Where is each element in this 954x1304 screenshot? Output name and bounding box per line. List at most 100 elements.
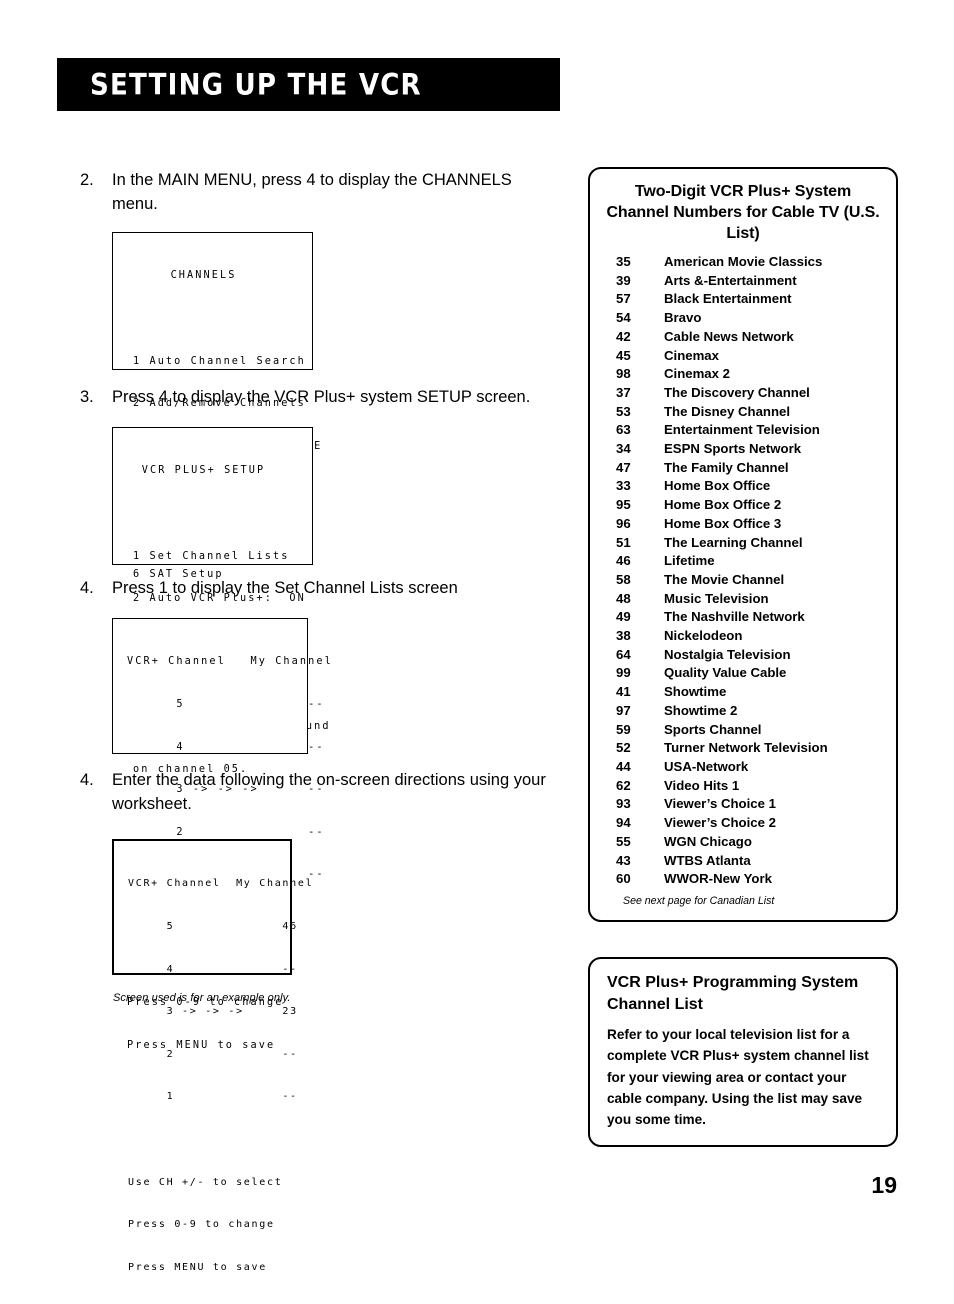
- channel-number: 52: [616, 740, 631, 756]
- channel-name: WGN Chicago: [664, 833, 752, 849]
- channel-list-item: 37 The Discovery Channel: [590, 384, 896, 403]
- channel-number: 33: [616, 478, 631, 494]
- channel-number: 60: [616, 871, 631, 887]
- sidebar-note-title: VCR Plus+ Programming System Channel Lis…: [607, 974, 859, 1013]
- channel-list-item: 38 Nickelodeon: [590, 627, 896, 646]
- osd-spacer: .: [113, 507, 312, 521]
- channel-list-item: 51 The Learning Channel: [590, 534, 896, 553]
- channel-number: 58: [616, 571, 631, 587]
- sidebar-note-body: Refer to your local television list for …: [607, 1027, 869, 1128]
- channel-number: 93: [616, 796, 631, 812]
- step-2-text: In the MAIN MENU, press 4 to display the…: [112, 171, 512, 213]
- channel-name: Cinemax: [664, 347, 719, 363]
- channel-number-list: 35 American Movie Classics 39 Arts &-Entert…: [590, 253, 896, 889]
- channel-name: Nickelodeon: [664, 628, 743, 644]
- step-4-first: 4. Press 1 to display the Set Channel Li…: [80, 576, 550, 600]
- osd-list-empty-row-4: 4 --: [127, 741, 325, 753]
- channel-number: 62: [616, 777, 631, 793]
- osd-screen-set-channel-lists-empty: VCR+ Channel My Channel 5 -- 4 -- 3 -> -…: [112, 618, 333, 1051]
- osd-list-filled-row-5: 5 46: [128, 921, 298, 933]
- channel-name: The Nashville Network: [664, 609, 805, 625]
- channel-number: 96: [616, 515, 631, 531]
- channel-number: 95: [616, 497, 631, 513]
- channel-number: 38: [616, 628, 631, 644]
- channel-number: 39: [616, 272, 631, 288]
- channel-name: Nostalgia Television: [664, 646, 791, 662]
- channel-list-item: 47 The Family Channel: [590, 459, 896, 478]
- example-caption: Screen used is for an example only.: [113, 992, 291, 1004]
- channel-name: Turner Network Television: [664, 740, 828, 756]
- osd-list-filled-row-3: 3 -> -> -> 23: [128, 1006, 298, 1018]
- channel-number: 59: [616, 721, 631, 737]
- osd-list-filled-hint-1: Use CH +/- to select: [128, 1176, 283, 1188]
- channel-number: 97: [616, 702, 631, 718]
- channel-list-item: 57 Black Entertainment: [590, 290, 896, 309]
- step-3: 3. Press 4 to display the VCR Plus+ syst…: [80, 385, 550, 409]
- sidebar-channel-box-title: Two-Digit VCR Plus+ System Channel Numbe…: [606, 183, 880, 242]
- canadian-list-footnote: See next page for Canadian List: [623, 894, 775, 907]
- channel-number: 94: [616, 815, 631, 831]
- sidebar-channel-numbers-box: Two-Digit VCR Plus+ System Channel Numbe…: [588, 167, 898, 922]
- channel-name: American Movie Classics: [664, 254, 823, 269]
- page-number: 19: [871, 1172, 897, 1198]
- channel-name: Home Box Office 2: [664, 497, 782, 513]
- channel-list-item: 54 Bravo: [590, 309, 896, 328]
- osd-list-empty-header: VCR+ Channel My Channel: [127, 656, 333, 668]
- channel-list-item: 44 USA-Network: [590, 758, 896, 777]
- page-header-banner: SETTING UP THE VCR: [57, 58, 560, 111]
- channel-list-item: 52 Turner Network Television: [590, 739, 896, 758]
- osd-spacer: .: [113, 312, 312, 326]
- osd-list-empty-row-5: 5 --: [127, 699, 325, 711]
- channel-name: WTBS Atlanta: [664, 852, 751, 868]
- channel-list-item: 94 Viewer’s Choice 2: [590, 814, 896, 833]
- step-4-second-text: Enter the data following the on-screen d…: [112, 771, 546, 813]
- channel-number: 48: [616, 590, 631, 606]
- channel-name: Cinemax 2: [664, 366, 730, 382]
- channel-number: 53: [616, 403, 631, 419]
- channel-number: 45: [616, 347, 631, 363]
- channel-number: 41: [616, 684, 631, 700]
- sidebar-programming-note-box: VCR Plus+ Programming System Channel Lis…: [588, 957, 898, 1147]
- channel-list-item: 39 Arts &-Entertainment: [590, 272, 896, 291]
- page-title: SETTING UP THE VCR: [90, 67, 422, 101]
- channel-name: The Learning Channel: [664, 534, 803, 550]
- channel-name: Entertainment Television: [664, 422, 820, 438]
- channel-list-item: 96 Home Box Office 3: [590, 515, 896, 534]
- channel-name: The Movie Channel: [664, 571, 785, 587]
- channel-name: Quality Value Cable: [664, 665, 787, 681]
- osd-spacer: .: [114, 1133, 290, 1147]
- channel-number: 35: [616, 254, 631, 269]
- channel-list-item: 33 Home Box Office: [590, 477, 896, 496]
- channel-name: Video Hits 1: [664, 777, 740, 793]
- channel-number: 49: [616, 609, 631, 625]
- channel-number: 55: [616, 833, 631, 849]
- osd-channels-title: CHANNELS: [170, 270, 237, 282]
- osd-channels-line-1: 1 Auto Channel Search: [133, 355, 306, 367]
- channel-name: WWOR-New York: [664, 871, 772, 887]
- channel-list-item: 95 Home Box Office 2: [590, 496, 896, 515]
- channel-number: 57: [616, 291, 631, 307]
- channel-list-item: 46 Lifetime: [590, 552, 896, 571]
- step-3-text: Press 4 to display the VCR Plus+ system …: [112, 388, 531, 406]
- osd-setup-title: VCR PLUS+ SETUP: [141, 465, 266, 477]
- channel-number: 51: [616, 534, 631, 550]
- channel-number: 47: [616, 459, 631, 475]
- channel-list-item: 34 ESPN Sports Network: [590, 440, 896, 459]
- channel-number: 46: [616, 553, 631, 569]
- osd-setup-line-1: 1 Set Channel Lists: [133, 550, 290, 562]
- osd-list-filled-row-2: 2 --: [128, 1048, 298, 1060]
- step-2: 2. In the MAIN MENU, press 4 to display …: [80, 168, 550, 216]
- osd-screen-set-channel-lists-filled: VCR+ Channel My Channel 5 46 4 -- 3 -> -…: [112, 839, 312, 1273]
- channel-list-item: 63 Entertainment Television: [590, 421, 896, 440]
- osd-list-filled-hint-2: Press 0-9 to change: [128, 1219, 275, 1231]
- channel-name: Black Entertainment: [664, 291, 792, 307]
- osd-screen-vcr-plus-setup: VCR PLUS+ SETUP . 1 Set Channel Lists 2 …: [112, 427, 329, 860]
- channel-number: 63: [616, 422, 631, 438]
- step-4-first-number: 4.: [80, 579, 94, 597]
- channel-name: Arts &-Entertainment: [664, 272, 797, 288]
- osd-screen-channels: CHANNELS . 1 Auto Channel Search 2 Add/R…: [112, 232, 320, 665]
- channel-number: 34: [616, 441, 631, 457]
- osd-list-filled-row-1: 1 --: [128, 1091, 298, 1103]
- channel-list-item: 55 WGN Chicago: [590, 833, 896, 852]
- channel-list-item: 60 WWOR-New York: [590, 870, 896, 889]
